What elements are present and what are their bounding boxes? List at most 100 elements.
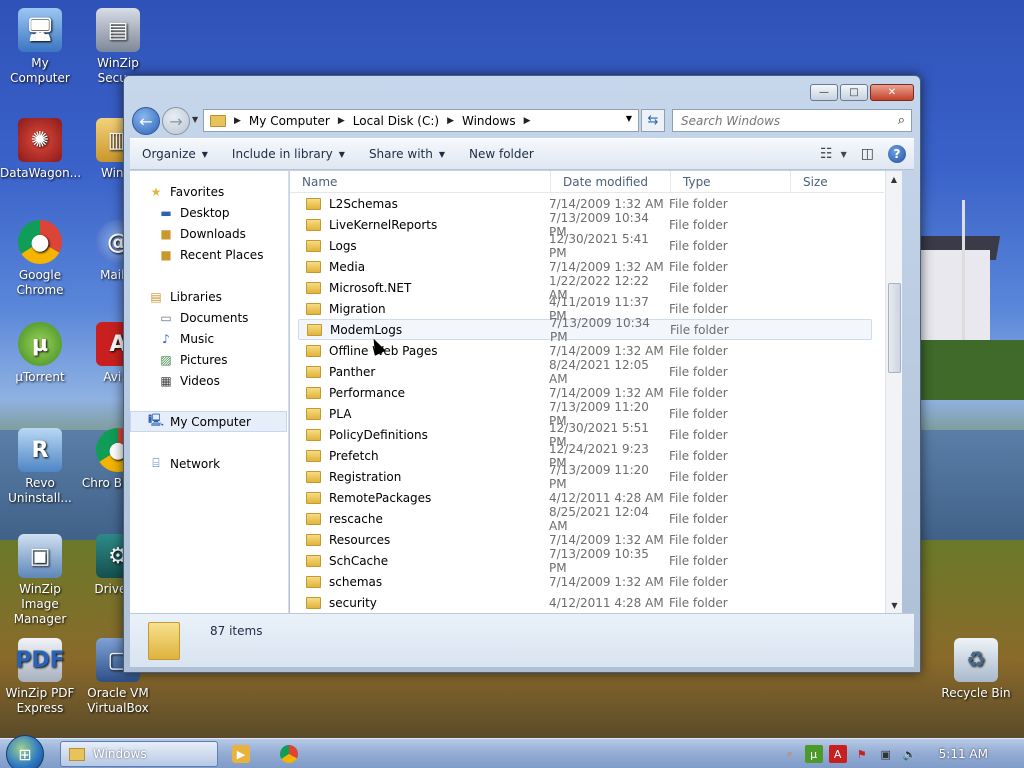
chrome-taskbar-icon[interactable]	[280, 745, 298, 763]
file-type: File folder	[669, 280, 728, 295]
nav-desktop-label: Desktop	[180, 205, 230, 220]
desktop-icon-datawagon[interactable]: ✺ DataWagon...	[0, 118, 81, 181]
file-date: 7/13/2009 10:34 PM	[550, 315, 650, 344]
desktop-icon-google-chrome[interactable]: ● Google Chrome	[0, 220, 80, 298]
chevron-right-icon[interactable]: ▶	[338, 116, 345, 126]
nav-videos-label: Videos	[180, 373, 220, 388]
forward-button[interactable]: →	[162, 107, 190, 135]
help-icon[interactable]: ?	[888, 145, 906, 163]
network-tray-icon[interactable]: ▣	[877, 745, 895, 763]
file-row[interactable]: ModemLogs 7/13/2009 10:34 PM File folder	[298, 316, 872, 344]
include-in-library-menu[interactable]: Include in library ▼	[232, 147, 345, 161]
desktop-icon-winzip-pdf-express[interactable]: PDF WinZip PDF Express	[0, 638, 80, 716]
vertical-scrollbar[interactable]: ▲ ▼	[885, 171, 902, 613]
minimize-button[interactable]: —	[810, 84, 838, 101]
desktop-icon-winzip-image-manager[interactable]: ▣ WinZip Image Manager	[0, 534, 80, 627]
scroll-down-arrow[interactable]: ▼	[886, 597, 903, 613]
file-type: File folder	[669, 217, 728, 232]
file-date: 7/14/2009 1:32 AM	[549, 196, 664, 211]
nav-pictures[interactable]: ▨ Pictures	[130, 349, 289, 370]
maximize-button[interactable]: □	[840, 84, 868, 101]
file-type: File folder	[669, 238, 728, 253]
back-button[interactable]: ←	[132, 107, 160, 135]
file-row[interactable]: SchCache 7/13/2009 10:35 PM File folder	[290, 547, 884, 575]
column-name[interactable]: Name	[290, 171, 551, 193]
recent-pages-dropdown[interactable]: ▼	[192, 115, 198, 124]
column-size[interactable]: Size	[791, 171, 871, 193]
close-button[interactable]: ✕	[870, 84, 914, 101]
desktop-icon-recycle-bin[interactable]: ♻ Recycle Bin	[936, 638, 1016, 701]
file-name-text: rescache	[329, 511, 383, 526]
wallpaper-lawn	[920, 340, 1024, 400]
nav-music[interactable]: ♪ Music	[130, 328, 289, 349]
address-bar[interactable]: ▶ My Computer ▶ Local Disk (C:) ▶ Window…	[203, 109, 639, 132]
breadcrumb-my-computer[interactable]: My Computer	[249, 114, 330, 128]
nav-desktop[interactable]: ▬ Desktop	[130, 202, 289, 223]
chevron-down-icon: ▼	[840, 149, 847, 159]
network-group: ⌸ Network	[130, 453, 289, 474]
file-row[interactable]: schemas 7/14/2009 1:32 AM File folder	[290, 571, 884, 592]
wallpaper-flagpole	[962, 200, 965, 340]
address-history-dropdown[interactable]: ▼	[626, 114, 632, 123]
media-player-icon[interactable]: ▶	[232, 745, 250, 763]
share-with-label: Share with	[368, 147, 433, 161]
action-center-icon[interactable]: ⚑	[853, 745, 871, 763]
file-name: ModemLogs	[299, 323, 550, 337]
nav-my-computer[interactable]: 🖳 My Computer	[130, 411, 287, 432]
share-with-menu[interactable]: Share with ▼	[369, 147, 445, 161]
chevron-right-icon[interactable]: ▶	[447, 116, 454, 126]
volume-icon[interactable]: 🔈	[901, 745, 919, 763]
new-folder-label: New folder	[469, 147, 534, 161]
file-row[interactable]: rescache 8/25/2021 12:04 AM File folder	[290, 505, 884, 533]
file-row[interactable]: Logs 12/30/2021 5:41 PM File folder	[290, 232, 884, 260]
preview-pane-button[interactable]: ◫	[861, 146, 874, 162]
file-name-text: L2Schemas	[329, 196, 398, 211]
column-type[interactable]: Type	[671, 171, 791, 193]
search-tray-icon[interactable]: ⌕	[781, 745, 799, 763]
file-date: 4/12/2011 4:28 AM	[549, 595, 664, 610]
nav-network[interactable]: ⌸ Network	[130, 453, 289, 474]
breadcrumb-local-disk[interactable]: Local Disk (C:)	[353, 114, 439, 128]
organize-menu[interactable]: Organize ▼	[142, 147, 208, 161]
file-row[interactable]: security 4/12/2011 4:28 AM File folder	[290, 592, 884, 613]
clock[interactable]: 5:11 AM	[939, 747, 988, 761]
file-type: File folder	[669, 511, 728, 526]
avira-tray-icon[interactable]: A	[828, 745, 847, 763]
file-row[interactable]: Registration 7/13/2009 11:20 PM File folde…	[290, 463, 884, 491]
refresh-button[interactable]: ⇆	[641, 109, 665, 132]
scroll-up-arrow[interactable]: ▲	[886, 171, 902, 187]
utorrent-tray-icon[interactable]: µ	[804, 745, 823, 763]
nav-favorites[interactable]: ★ Favorites	[130, 181, 289, 202]
file-rows: L2Schemas 7/14/2009 1:32 AM File folder Liv…	[290, 193, 884, 613]
column-date-modified[interactable]: Date modified	[551, 171, 671, 193]
navigation-pane: ★ Favorites ▬ Desktop ■ Downloads ■ Recent P…	[130, 171, 289, 613]
nav-network-label: Network	[170, 456, 221, 471]
breadcrumb-windows[interactable]: Windows	[462, 114, 516, 128]
search-icon[interactable]: ⌕	[898, 113, 905, 128]
desktop-icon-revo-uninstaller[interactable]: R Revo Uninstall...	[0, 428, 80, 506]
nav-recent-places-label: Recent Places	[180, 247, 264, 262]
nav-downloads[interactable]: ■ Downloads	[130, 223, 289, 244]
nav-recent-places[interactable]: ■ Recent Places	[130, 244, 289, 265]
desktop-icon-my-computer[interactable]: 🖥 My Computer	[0, 8, 80, 86]
organize-label: Organize	[142, 147, 196, 161]
new-folder-button[interactable]: New folder	[469, 147, 534, 161]
file-name-text: Resources	[329, 532, 391, 547]
view-options-button[interactable]: ☷ ▼	[820, 146, 847, 162]
search-box[interactable]: ⌕	[672, 109, 912, 132]
chevron-right-icon[interactable]: ▶	[524, 116, 531, 126]
scroll-thumb[interactable]	[888, 283, 901, 373]
file-name: PolicyDefinitions	[290, 428, 549, 442]
folder-icon	[306, 218, 321, 231]
nav-videos[interactable]: ▦ Videos	[130, 370, 289, 391]
nav-documents[interactable]: ▭ Documents	[130, 307, 289, 328]
folder-icon	[306, 197, 321, 210]
taskbar-explorer-button[interactable]: Windows	[60, 741, 218, 767]
desktop-icon-utorrent[interactable]: µ µTorrent	[0, 322, 80, 385]
file-row[interactable]: Panther 8/24/2021 12:05 AM File folder	[290, 358, 884, 386]
nav-music-label: Music	[180, 331, 215, 346]
nav-libraries[interactable]: ▤ Libraries	[130, 286, 289, 307]
start-button[interactable]: ⊞	[6, 735, 44, 768]
wallpaper-house	[920, 250, 990, 340]
search-input[interactable]	[681, 113, 881, 128]
